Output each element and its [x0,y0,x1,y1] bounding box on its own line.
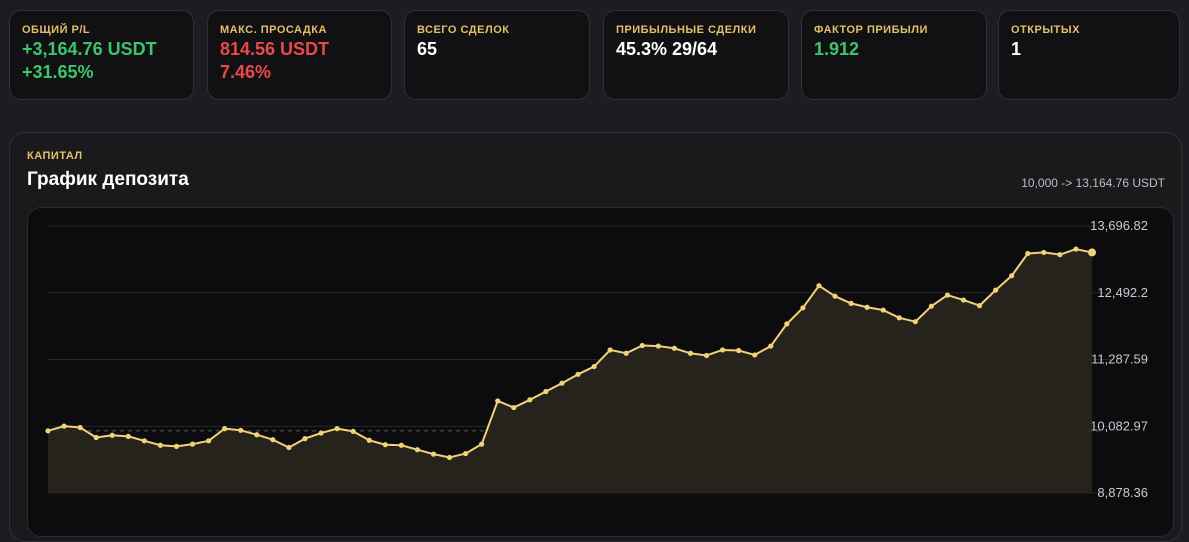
equity-area [48,249,1092,493]
y-tick-label: 13,696.82 [1090,218,1148,233]
equity-point [157,442,164,448]
equity-point [671,345,678,351]
equity-point [479,441,485,447]
equity-point [206,438,212,444]
equity-point [623,350,629,356]
stat-card-profit-factor: ФАКТОР ПРИБЫЛИ 1.912 [801,10,987,100]
equity-point [993,287,999,293]
stat-value: 7.46% [220,62,272,82]
stat-value: 1 [1011,39,1022,59]
equity-point [109,432,115,438]
equity-point [318,430,324,436]
equity-point [832,293,838,299]
stat-value: 814.56 USDT [220,39,330,59]
equity-point [61,423,67,429]
equity-point [719,347,726,353]
equity-point [736,347,742,354]
stat-card-total-pl: ОБЩИЙ P/L +3,164.76 USDT +31.65% [9,10,194,100]
equity-point [752,352,758,358]
equity-point [880,307,886,313]
equity-point [607,347,613,353]
equity-point [350,428,356,435]
equity-point [398,442,404,448]
stat-label: ОБЩИЙ P/L [22,24,91,36]
equity-point [687,350,694,356]
equity-point [238,427,244,433]
equity-chart[interactable]: 13,696.82 12,492.2 11,287.59 10,082.97 8,878… [27,207,1174,537]
equity-point [302,436,308,442]
equity-point [270,437,276,443]
equity-point [414,447,421,453]
stat-card-total-trades: ВСЕГО СДЕЛОК 65 [404,10,590,100]
equity-point [1009,273,1015,279]
stat-label: ПРИБЫЛЬНЫЕ СДЕЛКИ [616,24,757,36]
equity-point [559,380,565,386]
stat-card-max-drawdown: МАКС. ПРОСАДКА 814.56 USDT 7.46% [207,10,392,100]
equity-point [543,388,549,395]
stat-label: ОТКРЫТЫХ [1011,24,1080,36]
equity-point [382,442,388,448]
equity-point [463,450,469,457]
equity-point [896,315,902,321]
equity-point [430,451,437,457]
stat-label: ФАКТОР ПРИБЫЛИ [814,24,928,36]
stat-card-open-positions: ОТКРЫТЫХ 1 [998,10,1180,100]
panel-range: 10,000 -> 13,164.76 USDT [1021,176,1165,190]
equity-point [1025,250,1031,257]
equity-point [960,297,967,303]
equity-point [1088,248,1096,257]
equity-point [1073,246,1079,252]
stats-bar: ОБЩИЙ P/L +3,164.76 USDT +31.65% МАКС. ПРОС… [0,0,1189,100]
equity-point [976,303,983,309]
equity-point [944,292,951,298]
equity-point [639,342,645,349]
equity-point [45,428,51,434]
equity-point [591,363,597,370]
equity-point [334,426,340,432]
stat-value: 45.3% 29/64 [616,39,718,59]
equity-point [575,371,581,377]
stat-value: 1.912 [814,39,860,59]
stat-label: ВСЕГО СДЕЛОК [417,24,510,36]
equity-point [800,305,806,311]
equity-point [912,319,918,325]
equity-point [222,426,228,432]
equity-chart-svg[interactable]: 13,696.8212,492.211,287.5910,082.978,878… [28,208,1174,537]
equity-point [125,433,131,439]
equity-point [768,343,774,349]
y-tick-label: 8,878.36 [1097,485,1148,500]
equity-panel: КАПИТАЛ График депозита 10,000 -> 13,164… [9,132,1182,542]
equity-point [527,397,533,403]
equity-point [1057,252,1063,258]
equity-point [286,444,292,451]
equity-point [1041,249,1047,256]
equity-point [93,434,99,441]
equity-point [655,343,661,349]
equity-point [703,352,710,359]
y-tick-label: 12,492.2 [1097,285,1148,300]
equity-point [848,300,854,307]
equity-point [141,438,147,444]
equity-point [495,398,501,404]
equity-point [928,303,934,309]
equity-point [816,283,822,289]
stat-value: +31.65% [22,62,94,82]
equity-point [511,404,517,411]
equity-point [864,304,870,310]
stat-card-winning-trades: ПРИБЫЛЬНЫЕ СДЕЛКИ 45.3% 29/64 [603,10,789,100]
panel-title: График депозита [27,169,189,190]
equity-point [77,424,83,431]
equity-point [446,454,453,461]
equity-point [784,321,790,327]
equity-point [173,443,180,449]
y-tick-label: 11,287.59 [1091,352,1148,367]
stat-label: МАКС. ПРОСАДКА [220,24,327,36]
equity-point [189,441,196,447]
stat-value: +3,164.76 USDT [22,39,157,59]
panel-eyebrow: КАПИТАЛ [27,150,83,162]
equity-point [254,432,260,438]
equity-point [366,437,372,443]
stat-value: 65 [417,39,438,59]
